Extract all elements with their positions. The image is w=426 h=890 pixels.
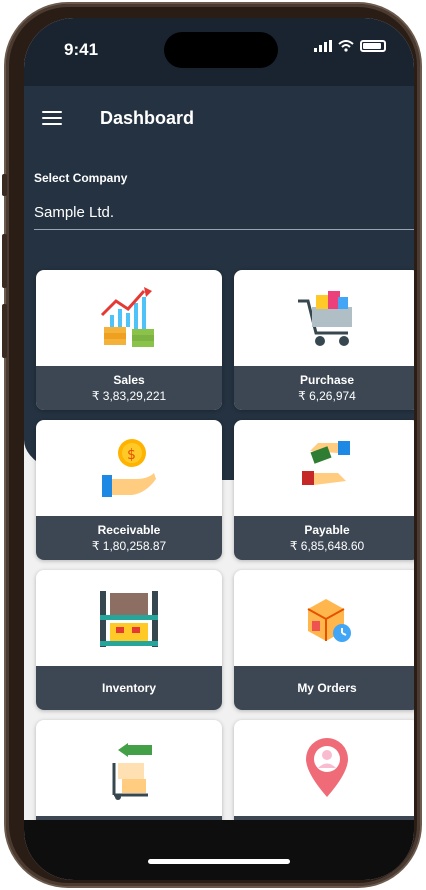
mute-switch — [2, 174, 7, 196]
package-clock-icon — [307, 599, 351, 642]
coin-hand-icon: $ — [102, 439, 156, 497]
tile-name: Payable — [304, 523, 350, 537]
tile-name: Receivable — [97, 523, 161, 537]
tile-inventory[interactable]: Inventory — [36, 570, 222, 710]
tile-purchase[interactable]: Purchase ₹ 6,26,974 — [234, 270, 414, 410]
location-pin-icon — [306, 738, 348, 797]
hand-truck-icon — [112, 743, 152, 800]
app-bar: Dashboard — [24, 86, 414, 150]
tile-receivable[interactable]: $ Receivable ₹ 1,80,258.87 — [36, 420, 222, 560]
phone-frame: 9:41 Dashboard Select Company Sample Ltd… — [2, 4, 420, 886]
home-indicator-area — [24, 820, 414, 880]
company-dropdown[interactable]: Sample Ltd. — [34, 196, 414, 230]
tile-amount: ₹ 6,85,648.60 — [289, 539, 365, 553]
tile-name: Sales — [113, 373, 145, 387]
wifi-icon — [338, 40, 354, 52]
volume-up-button — [2, 234, 7, 288]
svg-text:$: $ — [127, 447, 136, 463]
warehouse-shelf-icon — [100, 591, 158, 647]
status-time: 9:41 — [64, 40, 99, 59]
tile-name: Inventory — [101, 681, 156, 695]
shopping-cart-icon — [298, 291, 352, 346]
dynamic-island — [164, 32, 278, 68]
tile-footer: Payable ₹ 6,85,648.60 — [234, 516, 414, 560]
tile-name: Purchase — [299, 373, 355, 387]
company-selected-value: Sample Ltd. — [34, 204, 115, 221]
screen: 9:41 Dashboard Select Company Sample Ltd… — [24, 18, 414, 880]
sales-chart-icon — [100, 287, 154, 347]
tile-my-orders[interactable]: My Orders — [234, 570, 414, 710]
money-handover-icon — [302, 441, 350, 485]
tile-footer: Sales ₹ 3,83,29,221 — [36, 366, 222, 410]
home-indicator[interactable] — [148, 859, 290, 864]
signal-icon — [314, 40, 332, 52]
status-icons — [314, 40, 386, 52]
tile-amount: ₹ 3,83,29,221 — [91, 389, 167, 403]
tile-footer: Purchase ₹ 6,26,974 — [234, 366, 414, 410]
tile-footer: My Orders — [234, 666, 414, 710]
volume-down-button — [2, 304, 7, 358]
battery-icon — [360, 40, 386, 52]
tile-sales[interactable]: Sales ₹ 3,83,29,221 — [36, 270, 222, 410]
tile-amount: ₹ 1,80,258.87 — [91, 539, 167, 553]
tile-amount: ₹ 6,26,974 — [298, 389, 356, 403]
status-bar: 9:41 — [24, 18, 414, 86]
tile-footer: Inventory — [36, 666, 222, 710]
tile-payable[interactable]: Payable ₹ 6,85,648.60 — [234, 420, 414, 560]
company-select-label: Select Company — [34, 171, 128, 185]
menu-icon[interactable] — [42, 111, 62, 125]
tile-footer: Receivable ₹ 1,80,258.87 — [36, 516, 222, 560]
tile-name: My Orders — [297, 681, 357, 695]
page-title: Dashboard — [100, 107, 195, 128]
